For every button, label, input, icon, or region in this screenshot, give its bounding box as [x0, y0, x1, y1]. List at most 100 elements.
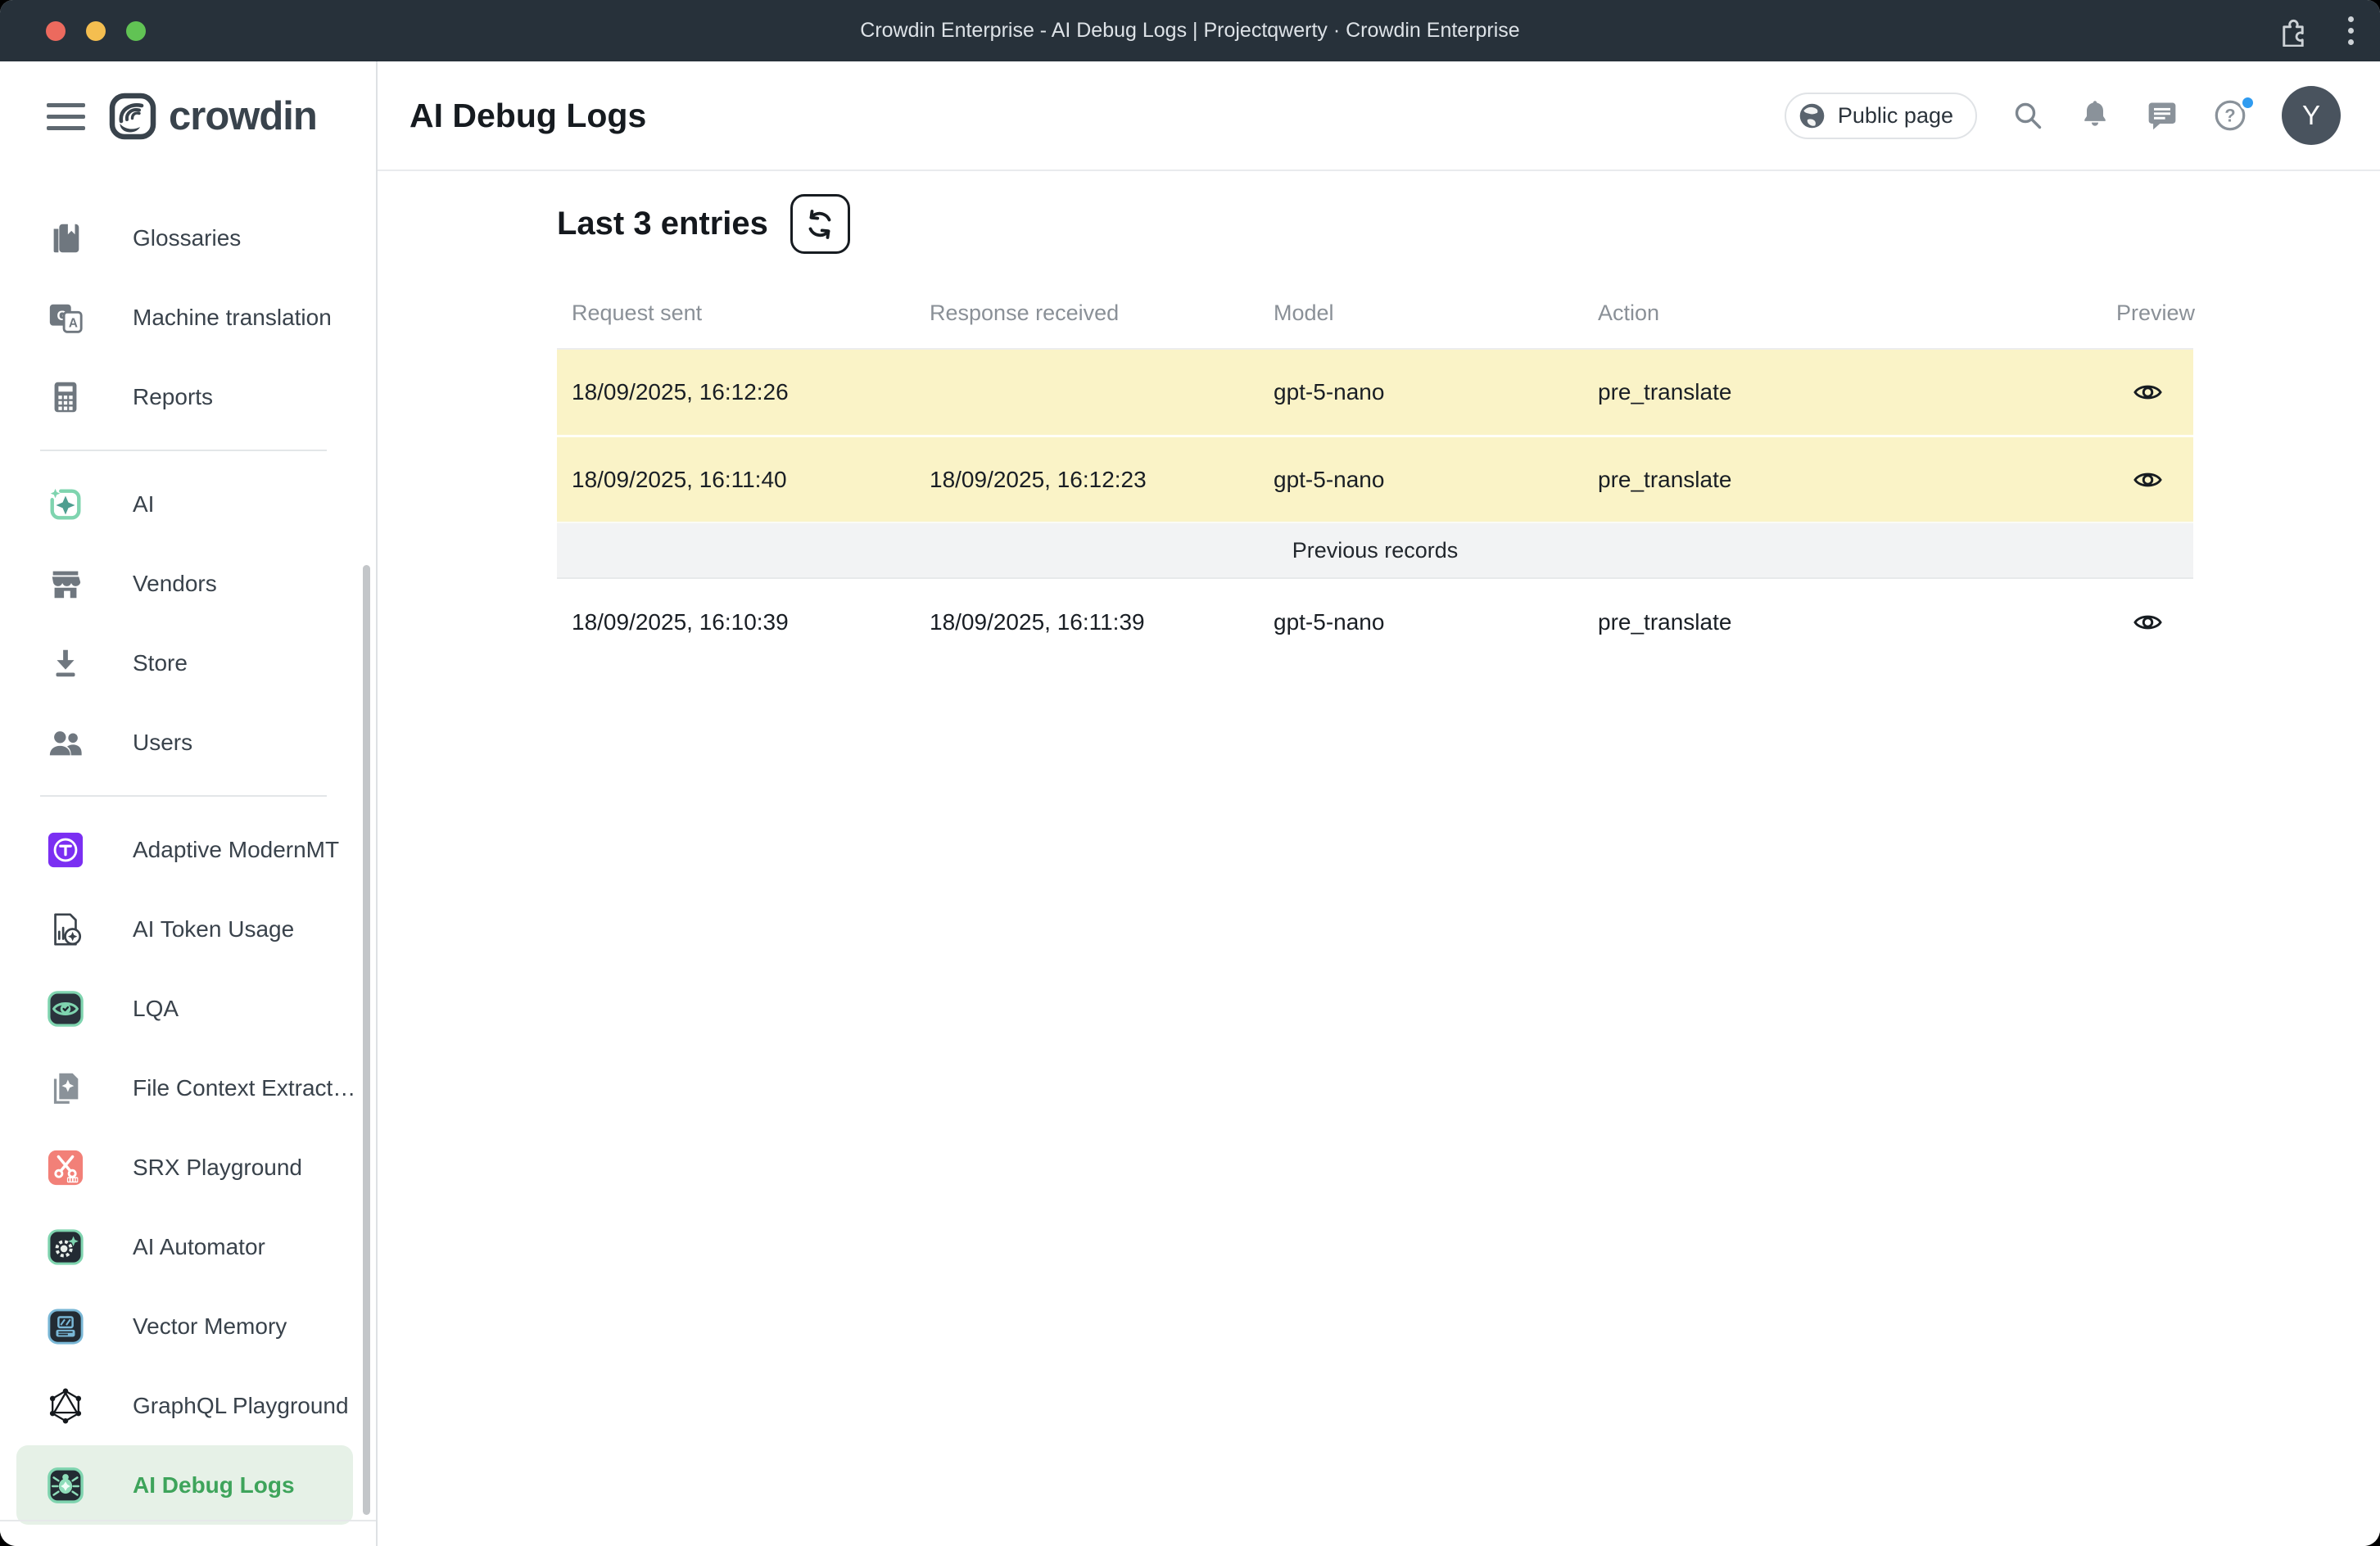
crowdin-logo[interactable]: crowdin — [108, 92, 317, 141]
sidebar-item-label: LQA — [133, 996, 179, 1022]
user-avatar[interactable]: Y — [2282, 86, 2341, 145]
sidebar-item-ai-debug-logs[interactable]: AI Debug Logs — [16, 1445, 353, 1525]
sidebar-item-label: Store — [133, 650, 188, 676]
sidebar-item-vector-memory[interactable]: Vector Memory — [0, 1286, 376, 1366]
sidebar-item-ai-automator[interactable]: AI Automator — [0, 1207, 376, 1286]
sidebar-item-label: Vendors — [133, 571, 217, 597]
public-page-label: Public page — [1838, 103, 1953, 129]
cell-action: pre_translate — [1583, 379, 2102, 405]
sidebar-scrollbar[interactable] — [363, 565, 370, 1515]
help-notification-dot — [2240, 95, 2256, 111]
messages-icon[interactable] — [2146, 99, 2179, 132]
sidebar-item-ai[interactable]: AI — [0, 464, 376, 544]
zoom-window-button[interactable] — [126, 21, 146, 41]
extensions-puzzle-icon[interactable] — [2278, 16, 2309, 47]
sidebar-divider — [40, 795, 327, 797]
column-header-response-received: Response received — [915, 301, 1259, 326]
sidebar-item-graphql-playground[interactable]: GraphQL Playground — [0, 1366, 376, 1445]
cell-action: pre_translate — [1583, 467, 2102, 493]
sidebar-item-reports[interactable]: Reports — [0, 357, 376, 436]
lqa-icon — [45, 988, 86, 1029]
sidebar-item-label: SRX Playground — [133, 1155, 302, 1181]
cell-response-received: 18/09/2025, 16:11:39 — [915, 609, 1259, 635]
table-row: 18/09/2025, 16:10:39 18/09/2025, 16:11:3… — [557, 579, 2193, 666]
sidebar-item-label: Adaptive ModernMT — [133, 837, 339, 863]
previous-records-row[interactable]: Previous records — [557, 522, 2193, 579]
cell-response-received: 18/09/2025, 16:12:23 — [915, 467, 1259, 493]
cell-request-sent: 18/09/2025, 16:10:39 — [557, 609, 915, 635]
sidebar-item-adaptive-modernmt[interactable]: Adaptive ModernMT — [0, 810, 376, 889]
glossaries-icon — [45, 218, 86, 259]
preview-eye-icon[interactable] — [2130, 378, 2165, 406]
cell-request-sent: 18/09/2025, 16:12:26 — [557, 379, 915, 405]
sidebar-item-users[interactable]: Users — [0, 703, 376, 782]
sidebar-item-file-context-extractor[interactable]: File Context Extract… — [0, 1048, 376, 1128]
preview-eye-icon[interactable] — [2130, 608, 2165, 636]
globe-icon — [1797, 101, 1827, 131]
sidebar-item-glossaries[interactable]: Glossaries — [0, 198, 376, 278]
page-title: AI Debug Logs — [409, 97, 646, 135]
sidebar-item-label: Users — [133, 730, 192, 756]
sidebar-item-store[interactable]: Store — [0, 623, 376, 703]
cell-model: gpt-5-nano — [1259, 609, 1583, 635]
table-row: 18/09/2025, 16:11:40 18/09/2025, 16:12:2… — [557, 435, 2193, 522]
ai-automator-icon — [45, 1227, 86, 1268]
sidebar-item-vendors[interactable]: Vendors — [0, 544, 376, 623]
notifications-bell-icon[interactable] — [2079, 99, 2111, 132]
browser-window: Crowdin Enterprise - AI Debug Logs | Pro… — [0, 0, 2380, 1546]
page-header: AI Debug Logs Public page — [378, 61, 2380, 171]
window-title: Crowdin Enterprise - AI Debug Logs | Pro… — [0, 19, 2380, 43]
sidebar-item-label: Machine translation — [133, 305, 332, 331]
traffic-lights — [46, 21, 146, 41]
sidebar-nav: Glossaries G A Machine translation — [0, 171, 376, 1525]
previous-records-label: Previous records — [1292, 538, 1459, 563]
preview-eye-icon[interactable] — [2130, 466, 2165, 494]
table-header-row: Request sent Response received Model Act… — [557, 278, 2193, 348]
search-icon[interactable] — [2011, 99, 2044, 132]
machine-translation-icon: G A — [45, 297, 86, 338]
graphql-icon — [45, 1386, 86, 1426]
cell-action: pre_translate — [1583, 609, 2102, 635]
vector-memory-icon — [45, 1306, 86, 1347]
cell-model: gpt-5-nano — [1259, 467, 1583, 493]
users-people-icon — [45, 722, 86, 763]
ai-debug-logs-bug-icon — [45, 1465, 86, 1506]
table-row: 18/09/2025, 16:12:26 gpt-5-nano pre_tran… — [557, 348, 2193, 435]
crowdin-mark-icon — [108, 92, 157, 141]
hamburger-menu-icon[interactable] — [47, 98, 85, 135]
svg-text:A: A — [69, 316, 78, 330]
sidebar-item-label: File Context Extract… — [133, 1075, 355, 1101]
help-icon[interactable]: ? — [2213, 98, 2247, 133]
public-page-button[interactable]: Public page — [1785, 93, 1977, 139]
ai-sparkle-icon — [45, 484, 86, 525]
cell-request-sent: 18/09/2025, 16:11:40 — [557, 467, 915, 493]
sidebar-bottom-divider — [0, 1520, 376, 1521]
sidebar-item-lqa[interactable]: LQA — [0, 969, 376, 1048]
minimize-window-button[interactable] — [86, 21, 106, 41]
refresh-button[interactable] — [790, 194, 850, 254]
sidebar-item-ai-token-usage[interactable]: AI Token Usage — [0, 889, 376, 969]
adaptive-modernmt-icon — [45, 830, 86, 870]
sidebar-item-srx-playground[interactable]: SRX Playground — [0, 1128, 376, 1207]
content-area: Last 3 entries — [378, 171, 2380, 666]
cell-model: gpt-5-nano — [1259, 379, 1583, 405]
column-header-preview: Preview — [2102, 301, 2208, 326]
crowdin-wordmark: crowdin — [169, 93, 317, 139]
browser-menu-icon[interactable] — [2345, 13, 2357, 48]
sidebar: crowdin Glossaries — [0, 61, 378, 1546]
sidebar-item-machine-translation[interactable]: G A Machine translation — [0, 278, 376, 357]
titlebar: Crowdin Enterprise - AI Debug Logs | Pro… — [0, 0, 2380, 61]
sidebar-divider — [40, 450, 327, 451]
screen: Crowdin Enterprise - AI Debug Logs | Pro… — [0, 0, 2380, 1546]
file-context-extractor-icon — [45, 1068, 86, 1109]
srx-playground-icon — [45, 1147, 86, 1188]
column-header-request-sent: Request sent — [557, 301, 915, 326]
section-heading: Last 3 entries — [557, 206, 768, 242]
column-header-model: Model — [1259, 301, 1583, 326]
sidebar-item-label: Reports — [133, 384, 213, 410]
column-header-action: Action — [1583, 301, 2102, 326]
sidebar-item-label: AI Debug Logs — [133, 1472, 295, 1499]
close-window-button[interactable] — [46, 21, 66, 41]
sidebar-item-label: GraphQL Playground — [133, 1393, 349, 1419]
sidebar-item-label: Vector Memory — [133, 1313, 287, 1340]
